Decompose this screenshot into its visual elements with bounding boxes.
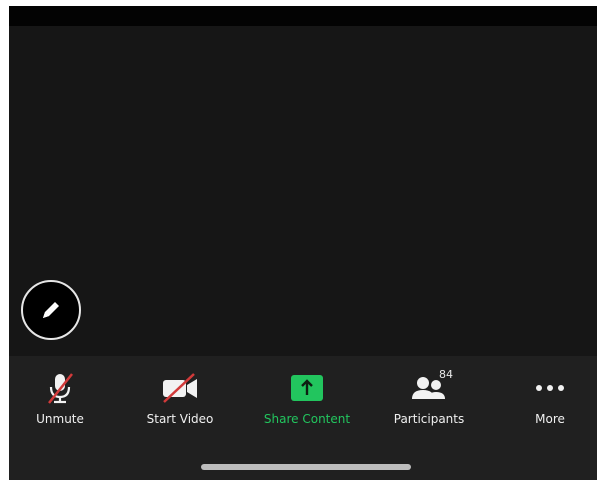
participants-button[interactable]: 84 Participants [370,368,488,436]
more-icon-wrap [520,370,580,406]
share-icon-wrap [277,370,337,406]
video-area [9,26,597,356]
status-bar [9,6,597,26]
participants-icon-wrap: 84 [399,368,459,406]
start-video-label: Start Video [146,412,214,426]
more-label: More [535,412,565,426]
camera-off-icon [163,373,197,403]
pencil-icon [43,302,59,318]
more-button[interactable]: More [491,370,597,436]
unmute-icon-wrap [30,370,90,406]
microphone-muted-icon [48,373,73,404]
meeting-screen: Unmute Start Video Share Content 84 Part… [9,6,597,480]
start-video-icon-wrap [150,370,210,406]
annotate-button[interactable] [21,280,81,340]
participants-count: 84 [439,368,453,381]
share-content-button[interactable]: Share Content [248,370,366,436]
share-content-label: Share Content [263,412,351,426]
meeting-toolbar: Unmute Start Video Share Content 84 Part… [9,356,597,480]
start-video-button[interactable]: Start Video [121,370,239,436]
participants-label: Participants [393,412,465,426]
ellipsis-icon [536,385,564,391]
unmute-button[interactable]: Unmute [9,370,119,436]
share-arrow-icon [291,375,323,401]
unmute-label: Unmute [36,412,84,426]
home-indicator[interactable] [201,464,411,470]
